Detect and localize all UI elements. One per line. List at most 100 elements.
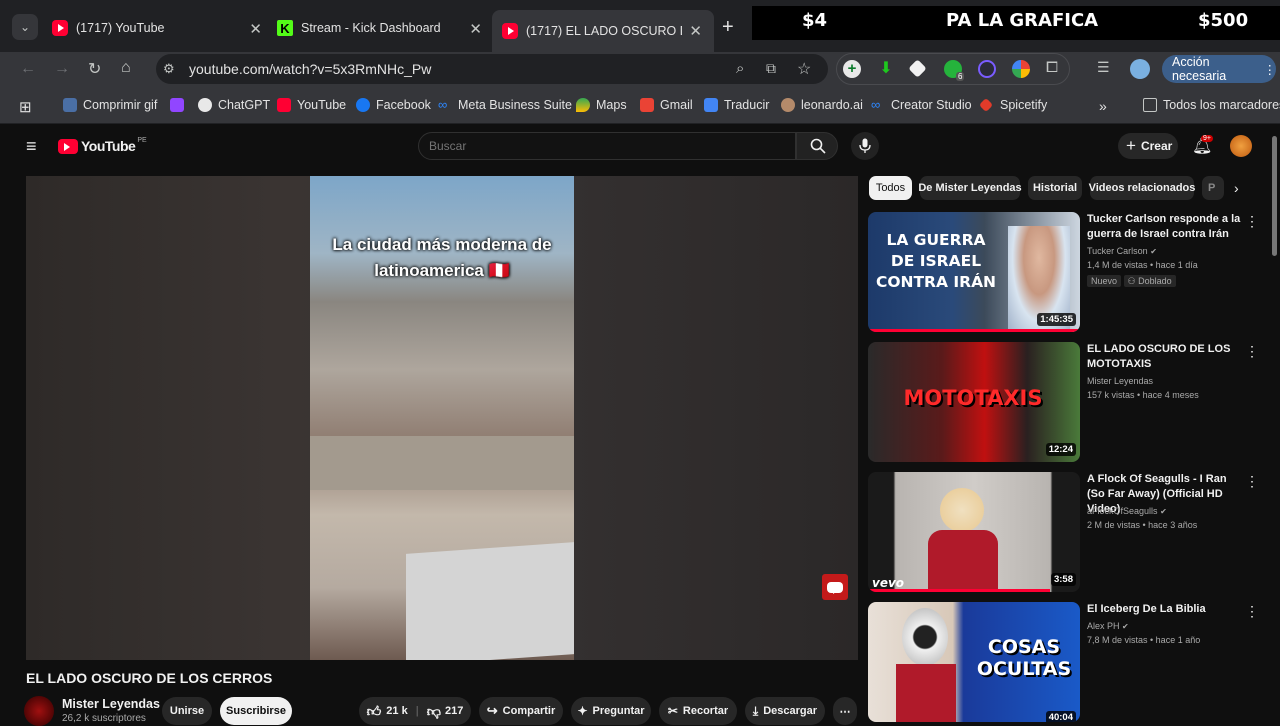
recommendation-title[interactable]: El Iceberg De La Biblia [1087, 602, 1247, 617]
subscribe-button[interactable]: Suscribirse [220, 697, 292, 725]
metal-roof-shape [406, 542, 574, 660]
more-options-icon[interactable]: ⋮ [1245, 603, 1259, 620]
share-button[interactable]: ↪ Compartir [479, 697, 563, 725]
leonardo-icon [781, 98, 795, 112]
like-button[interactable]: 👍︎ 21 k [367, 703, 408, 720]
dislike-button[interactable]: 👎︎ 217 [427, 703, 464, 720]
join-button[interactable]: Unirse [162, 697, 212, 725]
chip-from-channel[interactable]: De Mister Leyendas [918, 176, 1022, 200]
thumbs-down-icon: 👎︎ [426, 702, 441, 719]
thumbnail-robe [896, 664, 956, 722]
subscriber-count: 26,2 k suscriptores [62, 713, 146, 724]
extensions-puzzle-icon[interactable]: ⧠ [1046, 59, 1058, 76]
purple-extension-icon[interactable] [978, 60, 996, 78]
install-app-icon[interactable]: ⧉ [766, 60, 776, 77]
more-actions-button[interactable]: ⋯ [833, 697, 857, 725]
reading-list-icon[interactable]: ☰ [1097, 59, 1110, 76]
chip-related[interactable]: Videos relacionados [1089, 176, 1195, 200]
bookmark-maps[interactable]: Maps [576, 98, 627, 112]
channel-avatar[interactable] [24, 696, 54, 726]
more-options-icon[interactable]: ⋮ [1245, 473, 1259, 490]
menu-dots-icon[interactable]: ⋮ [1264, 62, 1277, 77]
ask-label: Preguntar [592, 705, 645, 717]
tab-youtube-home[interactable]: (1717) YouTube ✕ [52, 14, 262, 42]
twitch-icon [170, 98, 184, 112]
vevo-logo: vevo [872, 576, 905, 590]
chevron-right-icon[interactable]: › [1234, 180, 1239, 196]
site-info-icon[interactable]: ⚙ [163, 61, 175, 77]
apps-grid-icon[interactable]: ⊞ [19, 98, 32, 116]
zoom-icon[interactable]: ⌕ [736, 60, 744, 77]
chip-history[interactable]: Historial [1028, 176, 1082, 200]
close-icon[interactable]: ✕ [469, 20, 482, 38]
bookmark-chatgpt[interactable]: ChatGPT [198, 98, 270, 112]
url-text[interactable]: youtube.com/watch?v=5x3RmNHc_Pw [189, 61, 431, 77]
maps-icon [576, 98, 590, 112]
tab-search-button[interactable]: ⌄ [12, 14, 38, 40]
recommendation-channel[interactable]: Alex PH ✔ [1087, 619, 1129, 634]
recommendation-thumbnail[interactable]: vevo 3:58 [868, 472, 1080, 592]
recommendation-thumbnail[interactable]: COSAS OCULTAS 40:04 [868, 602, 1080, 722]
video-frame: La ciudad más moderna de latinoamerica 🇵… [310, 176, 574, 660]
download-extension-icon[interactable]: ⬇ [877, 60, 895, 78]
more-bookmarks-icon[interactable]: » [1099, 98, 1107, 114]
close-icon[interactable]: ✕ [689, 22, 702, 40]
channel-watermark-icon[interactable] [822, 574, 848, 600]
download-button[interactable]: ⤓ Descargar [745, 697, 825, 725]
bookmark-meta-business[interactable]: ∞ Meta Business Suite [438, 98, 572, 113]
voice-search-button[interactable] [851, 132, 879, 160]
profile-avatar-icon[interactable] [1130, 59, 1150, 79]
chip-all[interactable]: Todos [869, 176, 912, 200]
create-button[interactable]: + Crear [1118, 133, 1178, 159]
bookmark-comprimir-gif[interactable]: Comprimir gif [63, 98, 157, 112]
youtube-logo[interactable]: YouTube PE [58, 137, 147, 154]
account-avatar[interactable] [1230, 135, 1252, 157]
bookmark-star-icon[interactable]: ☆ [797, 59, 811, 79]
recommendation-thumbnail[interactable]: MOTOTAXIS 12:24 [868, 342, 1080, 462]
clip-button[interactable]: ✂ Recortar [659, 697, 737, 725]
bookmark-spicetify[interactable]: Spicetify [978, 97, 1047, 113]
bookmark-gmail[interactable]: Gmail [640, 98, 693, 112]
add-extension-icon[interactable]: + [843, 60, 861, 78]
divider: | [415, 705, 419, 717]
search-button[interactable] [796, 132, 838, 160]
recommendation-title[interactable]: EL LADO OSCURO DE LOS MOTOTAXIS [1087, 342, 1247, 372]
bookmark-creator-studio[interactable]: ∞ Creator Studio [871, 98, 972, 113]
recommendation-channel[interactable]: Tucker Carlson ✔ [1087, 244, 1157, 259]
all-bookmarks-folder[interactable]: Todos los marcadores [1143, 98, 1280, 112]
bookmark-youtube[interactable]: YouTube [277, 98, 346, 112]
youtube-icon [502, 23, 518, 39]
tab-current-video[interactable]: (1717) EL LADO OSCURO DE LO ✕ [492, 10, 714, 52]
home-icon[interactable]: ⌂ [121, 59, 131, 77]
new-tab-button[interactable]: + [722, 16, 734, 39]
action-needed-button[interactable]: Acción necesaria ⋮ [1162, 55, 1276, 83]
bookmark-leonardo[interactable]: leonardo.ai [781, 98, 863, 112]
more-options-icon[interactable]: ⋮ [1245, 343, 1259, 360]
ask-button[interactable]: ✦ Preguntar [571, 697, 651, 725]
chip-more[interactable]: P [1202, 176, 1224, 200]
bookmark-label: Facebook [376, 98, 431, 112]
color-extension-icon[interactable] [1012, 60, 1030, 78]
hamburger-menu-icon[interactable]: ≡ [26, 137, 37, 155]
back-icon[interactable]: ← [20, 60, 36, 78]
recommendation-thumbnail[interactable]: LA GUERRA DE ISRAEL CONTRA IRÁN 1:45:35 [868, 212, 1080, 332]
recommendation-channel[interactable]: aFlockOfSeagulls ✔ [1087, 504, 1167, 519]
microphone-icon [859, 138, 871, 153]
close-icon[interactable]: ✕ [249, 20, 262, 38]
bookmark-traducir[interactable]: Traducir [704, 98, 769, 112]
bookmark-facebook[interactable]: Facebook [356, 98, 431, 112]
recommendation-channel[interactable]: Mister Leyendas [1087, 374, 1153, 388]
recommendation-title[interactable]: Tucker Carlson responde a la guerra de I… [1087, 212, 1247, 242]
reload-icon[interactable]: ↻ [88, 59, 101, 79]
download-label: Descargar [763, 705, 818, 717]
search-input[interactable] [418, 132, 796, 160]
channel-name[interactable]: Mister Leyendas [62, 697, 160, 711]
kick-icon: K [277, 20, 293, 36]
forward-icon[interactable]: → [54, 60, 70, 78]
more-options-icon[interactable]: ⋮ [1245, 213, 1259, 230]
page-scrollbar[interactable] [1272, 136, 1277, 256]
bookmark-twitch[interactable] [170, 98, 190, 112]
video-player[interactable]: La ciudad más moderna de latinoamerica 🇵… [26, 176, 858, 660]
bookmark-label: Todos los marcadores [1163, 98, 1280, 112]
tab-kick-dashboard[interactable]: K Stream - Kick Dashboard ✕ [277, 14, 482, 42]
